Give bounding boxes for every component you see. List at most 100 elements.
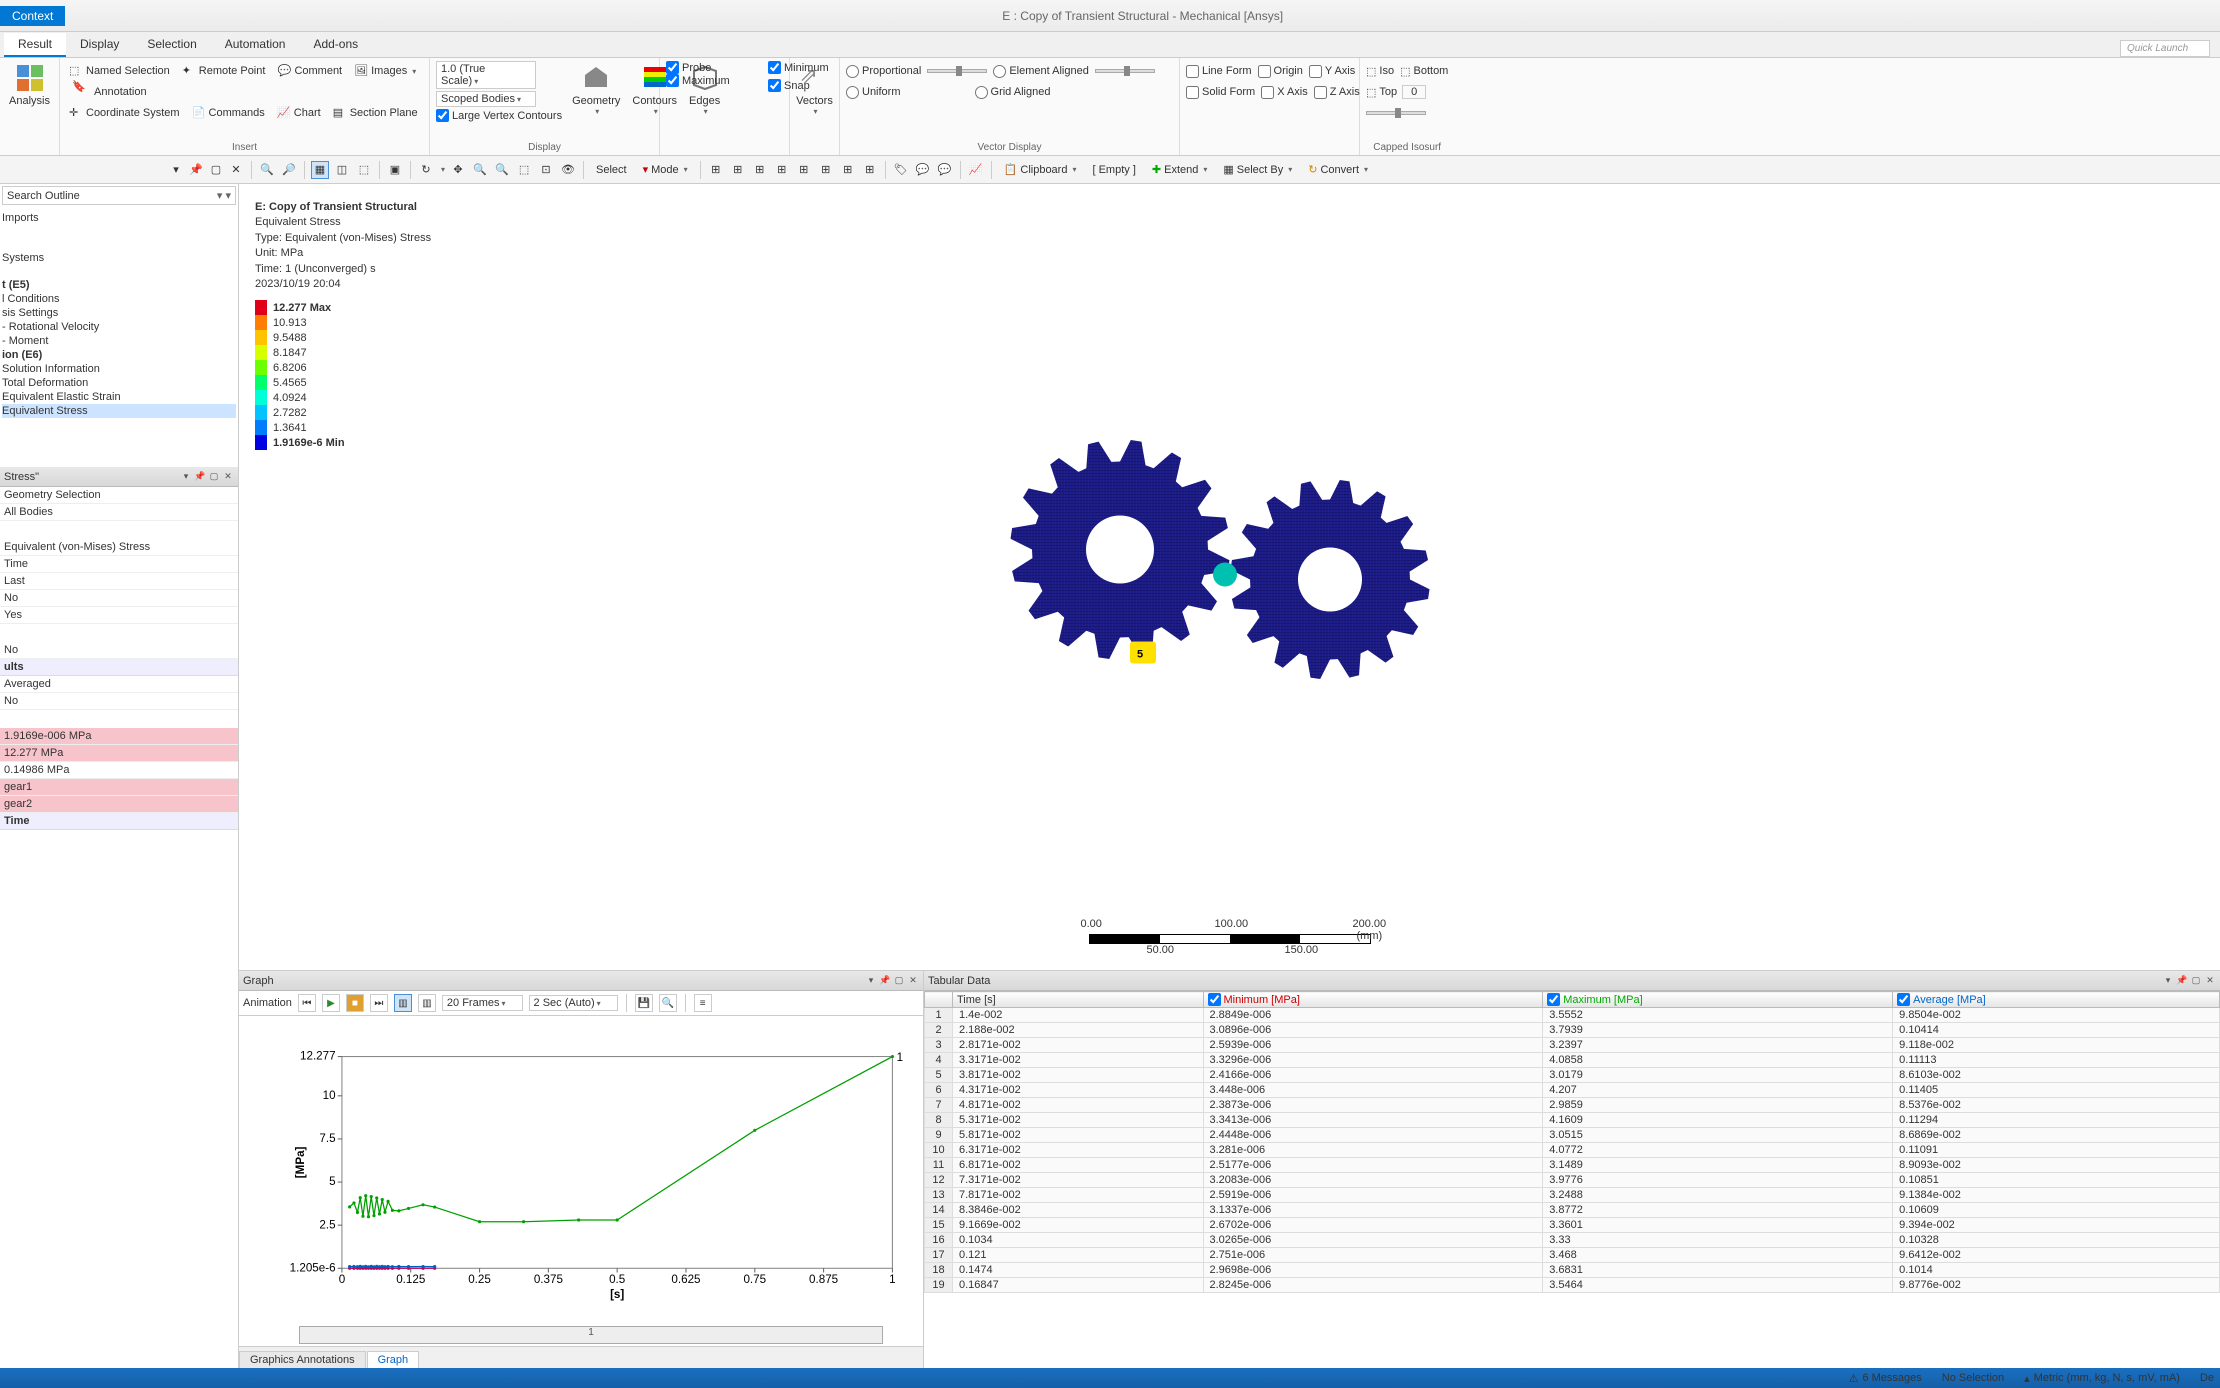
tag-icon[interactable]: 🏷	[892, 161, 910, 179]
status-units[interactable]: ▴Metric (mm, kg, N, s, mV, mA)	[2024, 1372, 2180, 1385]
graph-opt-icon[interactable]: ≡	[694, 994, 712, 1012]
shaded-icon[interactable]: ▦	[311, 161, 329, 179]
proportional-radio[interactable]: Proportional	[846, 65, 921, 78]
coord-system-button[interactable]: ✛Coordinate System	[66, 105, 183, 121]
table-row[interactable]: 43.3171e-0023.3296e-0064.08580.11113	[925, 1053, 2220, 1068]
status-selection[interactable]: No Selection	[1942, 1372, 2004, 1384]
table-row[interactable]: 22.188e-0023.0896e-0063.79390.10414	[925, 1023, 2220, 1038]
tree-e6[interactable]: ion (E6)	[2, 348, 236, 362]
col-min[interactable]: Minimum [MPa]	[1203, 992, 1543, 1008]
quick-launch-input[interactable]: Quick Launch	[2120, 40, 2210, 57]
status-messages[interactable]: ⚠6 Messages	[1849, 1372, 1922, 1385]
select-by-button[interactable]: ▦Select By▾	[1217, 161, 1298, 178]
table-row[interactable]: 11.4e-0022.8849e-0063.55529.8504e-002	[925, 1008, 2220, 1023]
chart-button[interactable]: 📈Chart	[274, 105, 324, 121]
panel-dropdown-icon[interactable]: ▾	[167, 161, 185, 179]
graph-max-icon[interactable]: ▢	[893, 975, 905, 987]
col-max[interactable]: Maximum [MPa]	[1543, 992, 1893, 1008]
geometry-button[interactable]: Geometry▾	[566, 61, 626, 118]
section-plane-button[interactable]: ▤Section Plane	[330, 105, 421, 121]
tree-imports[interactable]: Imports	[2, 211, 236, 225]
det-min[interactable]: 1.9169e-006 MPa	[0, 728, 238, 745]
iso-view-icon[interactable]: ⬚	[355, 161, 373, 179]
context-tab[interactable]: Context	[0, 6, 65, 26]
graph-pin-icon[interactable]: 📌	[879, 975, 891, 987]
vector-scale-slider[interactable]	[927, 69, 987, 73]
sel3-icon[interactable]: ⊞	[751, 161, 769, 179]
outline-tree[interactable]: Imports Systems t (E5) l Conditions sis …	[0, 207, 238, 467]
table-row[interactable]: 127.3171e-0023.2083e-0063.97760.10851	[925, 1173, 2220, 1188]
sel7-icon[interactable]: ⊞	[839, 161, 857, 179]
det-averaged[interactable]: Averaged	[0, 676, 238, 693]
details-close-icon[interactable]: ✕	[222, 471, 234, 483]
snap-check[interactable]: Snap	[768, 79, 810, 92]
table-row[interactable]: 137.8171e-0022.5919e-0063.24889.1384e-00…	[925, 1188, 2220, 1203]
export-icon[interactable]: 💾	[635, 994, 653, 1012]
outline-search-input[interactable]: Search Outline▾ ▾	[2, 186, 236, 205]
clipboard-button[interactable]: 📋Clipboard▾	[998, 161, 1083, 178]
btab-graph[interactable]: Graph	[367, 1351, 420, 1368]
tree-e5[interactable]: t (E5)	[2, 278, 236, 292]
tabular-table[interactable]: Time [s] Minimum [MPa] Maximum [MPa] Ave…	[924, 991, 2220, 1293]
tab-display[interactable]: Display	[66, 33, 133, 57]
large-vertex-check[interactable]: Large Vertex Contours	[436, 109, 562, 122]
tree-rot-vel[interactable]: - Rotational Velocity	[2, 320, 236, 334]
anim-stop-icon[interactable]: ■	[346, 994, 364, 1012]
iso-check[interactable]: ⬚Iso	[1366, 65, 1394, 78]
table-row[interactable]: 85.3171e-0023.3413e-0064.16090.11294	[925, 1113, 2220, 1128]
annotation-button[interactable]: 🔖Annotation	[66, 78, 153, 106]
tab-result[interactable]: Result	[4, 33, 66, 57]
probe-check[interactable]: Probe	[666, 61, 783, 74]
table-row[interactable]: 170.1212.751e-0063.4689.6412e-002	[925, 1248, 2220, 1263]
table-row[interactable]: 106.3171e-0023.281e-0064.07720.11091	[925, 1143, 2220, 1158]
fit-icon[interactable]: ⊡	[537, 161, 555, 179]
minimum-check[interactable]: Minimum	[768, 61, 829, 74]
details-pin-icon[interactable]: 📌	[194, 471, 206, 483]
scoped-bodies-combo[interactable]: Scoped Bodies▾	[436, 91, 536, 107]
det-gear2[interactable]: gear2	[0, 796, 238, 813]
search-dropdown-icon[interactable]: ▾ ▾	[217, 189, 231, 202]
sel6-icon[interactable]: ⊞	[817, 161, 835, 179]
iso-slider[interactable]	[1366, 111, 1426, 115]
images-button[interactable]: 🖼Images▾	[351, 63, 419, 79]
y-axis-check[interactable]: Y Axis	[1309, 65, 1355, 78]
mode-button[interactable]: ▾Mode▾	[637, 161, 694, 178]
table-row[interactable]: 32.8171e-0022.5939e-0063.23979.118e-002	[925, 1038, 2220, 1053]
det-eq-stress[interactable]: Equivalent (von-Mises) Stress	[0, 539, 238, 556]
line-form-check[interactable]: Line Form	[1186, 65, 1252, 78]
details-max-icon[interactable]: ▢	[208, 471, 220, 483]
vector-density-slider[interactable]	[1095, 69, 1155, 73]
det-avg[interactable]: 0.14986 MPa	[0, 762, 238, 779]
tree-conditions[interactable]: l Conditions	[2, 292, 236, 306]
col-time[interactable]: Time [s]	[953, 992, 1204, 1008]
anim-mode1-icon[interactable]: ▥	[394, 994, 412, 1012]
anim-last-icon[interactable]: ⏭	[370, 994, 388, 1012]
solid-form-check[interactable]: Solid Form	[1186, 86, 1255, 99]
comment-button[interactable]: 💬Comment	[274, 63, 345, 79]
wireframe-icon[interactable]: ◫	[333, 161, 351, 179]
table-row[interactable]: 159.1669e-0022.6702e-0063.36019.394e-002	[925, 1218, 2220, 1233]
panel-close-icon[interactable]: ✕	[227, 161, 245, 179]
det-max[interactable]: 12.277 MPa	[0, 745, 238, 762]
extend-button[interactable]: ✚Extend▾	[1146, 161, 1213, 178]
tree-systems[interactable]: Systems	[2, 251, 236, 265]
det-no3[interactable]: No	[0, 693, 238, 710]
tree-eq-stress[interactable]: Equivalent Stress	[2, 404, 236, 418]
thick-shell-icon[interactable]: ▣	[386, 161, 404, 179]
uniform-radio[interactable]: Uniform	[846, 86, 901, 99]
viewport[interactable]: E: Copy of Transient Structural Equivale…	[239, 184, 2220, 970]
z-axis-check[interactable]: Z Axis	[1314, 86, 1360, 99]
tabular-max-icon[interactable]: ▢	[2190, 975, 2202, 987]
time-slider[interactable]	[299, 1326, 883, 1344]
tree-tot-def[interactable]: Total Deformation	[2, 376, 236, 390]
zoom-box-icon[interactable]: ⬚	[515, 161, 533, 179]
anim-mode2-icon[interactable]: ▥	[418, 994, 436, 1012]
msg2-icon[interactable]: 💬	[936, 161, 954, 179]
table-row[interactable]: 53.8171e-0022.4166e-0063.01798.6103e-002	[925, 1068, 2220, 1083]
tabular-dropdown-icon[interactable]: ▾	[2162, 975, 2174, 987]
grid-aligned-radio[interactable]: Grid Aligned	[975, 86, 1051, 99]
zoom-graph-icon[interactable]: 🔍	[659, 994, 677, 1012]
tab-automation[interactable]: Automation	[211, 33, 300, 57]
det-no1[interactable]: No	[0, 590, 238, 607]
rotate-icon[interactable]: ↻	[417, 161, 435, 179]
